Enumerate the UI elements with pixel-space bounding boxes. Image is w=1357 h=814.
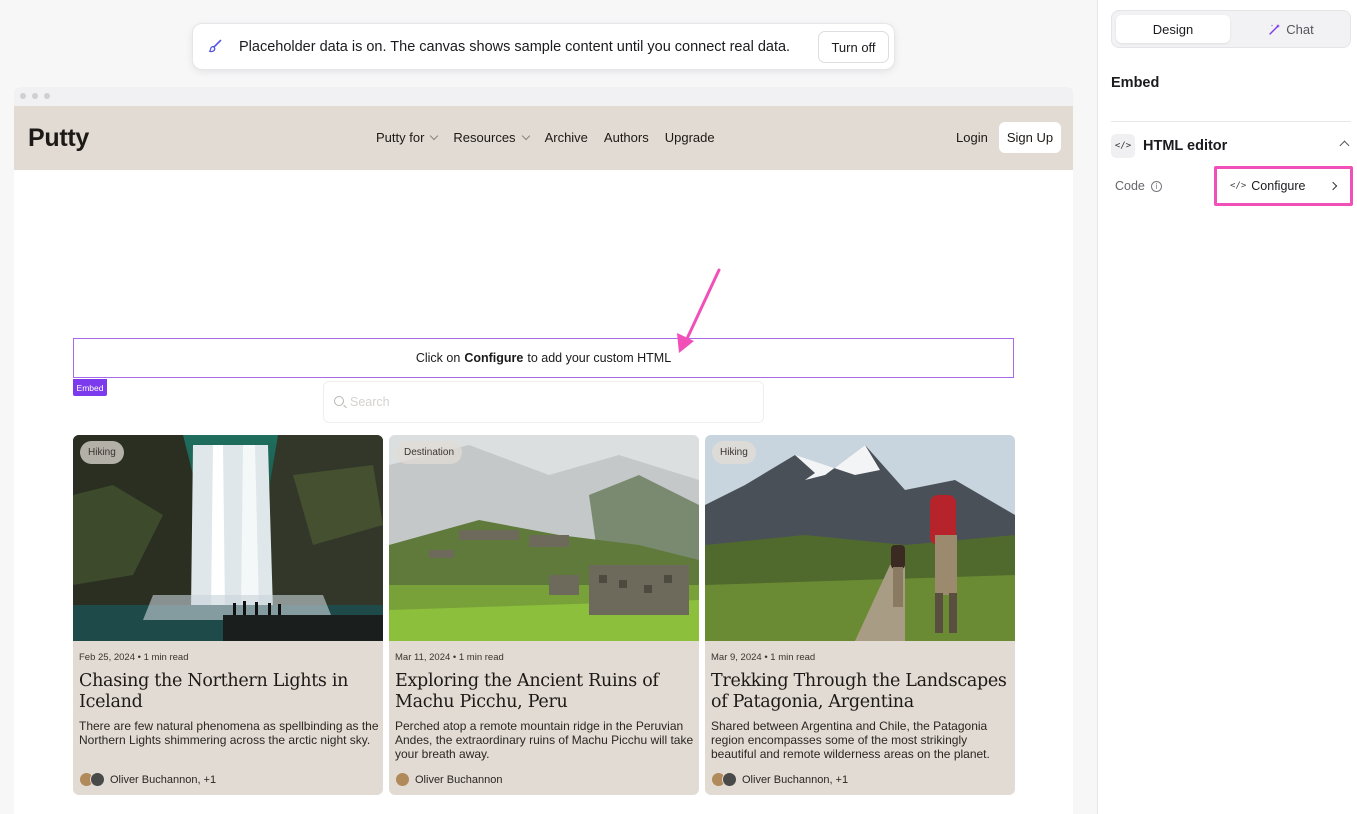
nav-item-authors[interactable]: Authors (604, 130, 649, 145)
post-excerpt: Shared between Argentina and Chile, the … (711, 719, 990, 761)
embed-tag: Embed (73, 379, 107, 396)
avatar (90, 772, 105, 787)
nav-item-resources[interactable]: Resources (453, 130, 530, 145)
nav-label: Putty for (376, 130, 425, 145)
configure-button[interactable]: </> Configure (1214, 166, 1353, 206)
post-image: Hiking (705, 435, 1015, 641)
turn-off-button[interactable]: Turn off (818, 31, 889, 63)
site-nav: Putty for Resources Archive Authors Upgr… (376, 130, 731, 145)
embed-text-prefix: Click on (415, 351, 461, 365)
post-title[interactable]: Trekking Through the Landscapes of Patag… (711, 671, 1011, 713)
panel-tabs: Design Chat (1111, 10, 1351, 48)
magic-wand-icon (1269, 23, 1281, 35)
post-meta: Mar 11, 2024 • 1 min read (395, 652, 504, 663)
code-label: Code i (1115, 179, 1162, 193)
avatar (722, 772, 737, 787)
site-logo[interactable]: Putty (28, 124, 89, 153)
divider (1111, 121, 1351, 122)
post-card[interactable]: Hiking Feb 25, 2024 • 1 min read Chasing… (73, 435, 383, 795)
browser-chrome (14, 87, 1073, 106)
search-placeholder: Search (350, 395, 390, 409)
chevron-down-icon (521, 131, 530, 140)
tab-chat[interactable]: Chat (1234, 15, 1348, 43)
properties-panel: Design Chat Embed </> HTML editor Code i… (1097, 0, 1357, 814)
embed-text-bold: Configure (464, 351, 524, 365)
sign-up-button[interactable]: Sign Up (999, 122, 1061, 153)
avatar-group (395, 772, 410, 787)
tab-chat-label: Chat (1286, 21, 1314, 37)
post-card[interactable]: Hiking Mar 9, 2024 • 1 min read Trekking… (705, 435, 1015, 795)
avatar (395, 772, 410, 787)
toast-message: Placeholder data is on. The canvas shows… (239, 39, 791, 55)
window-dot (44, 93, 50, 99)
post-author: Oliver Buchannon (395, 772, 502, 787)
login-link[interactable]: Login (956, 130, 988, 145)
configure-button-inner: </> Configure (1217, 169, 1350, 203)
site-preview-frame: Putty Putty for Resources Archive Author… (14, 87, 1073, 814)
post-title[interactable]: Exploring the Ancient Ruins of Machu Pic… (395, 671, 695, 713)
placeholder-data-toast: Placeholder data is on. The canvas shows… (192, 23, 895, 70)
window-dot (32, 93, 38, 99)
configure-label: Configure (1251, 179, 1306, 193)
post-meta: Mar 9, 2024 • 1 min read (711, 652, 816, 663)
nav-item-archive[interactable]: Archive (545, 130, 588, 145)
author-name: Oliver Buchannon, +1 (110, 773, 217, 786)
post-meta: Feb 25, 2024 • 1 min read (79, 652, 189, 663)
avatar-group (711, 772, 737, 787)
author-name: Oliver Buchannon (415, 773, 503, 786)
code-icon: </> (1230, 181, 1247, 191)
chevron-up-icon[interactable] (1339, 140, 1350, 151)
code-icon: </> (1111, 134, 1135, 158)
post-image: Hiking (73, 435, 383, 641)
embed-block[interactable]: Click on Configure to add your custom HT… (73, 338, 1014, 378)
nav-label: Resources (453, 130, 516, 145)
nav-item-putty-for[interactable]: Putty for (376, 130, 439, 145)
avatar-group (79, 772, 105, 787)
post-card[interactable]: Destination Mar 11, 2024 • 1 min read Ex… (389, 435, 699, 795)
code-label-text: Code (1115, 179, 1145, 193)
nav-item-upgrade[interactable]: Upgrade (665, 130, 715, 145)
chevron-down-icon (430, 131, 439, 140)
category-tag: Hiking (80, 441, 124, 464)
canvas-area: Placeholder data is on. The canvas shows… (0, 0, 1097, 814)
window-dot (20, 93, 26, 99)
category-tag: Destination (396, 441, 463, 464)
search-input[interactable]: Search (323, 381, 764, 423)
post-excerpt: There are few natural phenomena as spell… (79, 719, 379, 747)
category-tag: Hiking (712, 441, 756, 464)
section-title: HTML editor (1143, 138, 1228, 154)
site-header: Putty Putty for Resources Archive Author… (14, 106, 1073, 170)
chevron-right-icon (1328, 181, 1338, 191)
post-author: Oliver Buchannon, +1 (711, 772, 848, 787)
post-excerpt: Perched atop a remote mountain ridge in … (395, 719, 694, 761)
post-image: Destination (389, 435, 699, 641)
info-icon[interactable]: i (1150, 180, 1162, 192)
post-title[interactable]: Chasing the Northern Lights in Iceland (79, 671, 379, 713)
tab-design[interactable]: Design (1116, 15, 1230, 43)
author-name: Oliver Buchannon, +1 (742, 773, 849, 786)
search-icon (334, 396, 344, 406)
panel-title: Embed (1111, 75, 1160, 91)
post-author: Oliver Buchannon, +1 (79, 772, 216, 787)
embed-text-suffix: to add your custom HTML (527, 351, 672, 365)
brush-icon (208, 39, 222, 53)
